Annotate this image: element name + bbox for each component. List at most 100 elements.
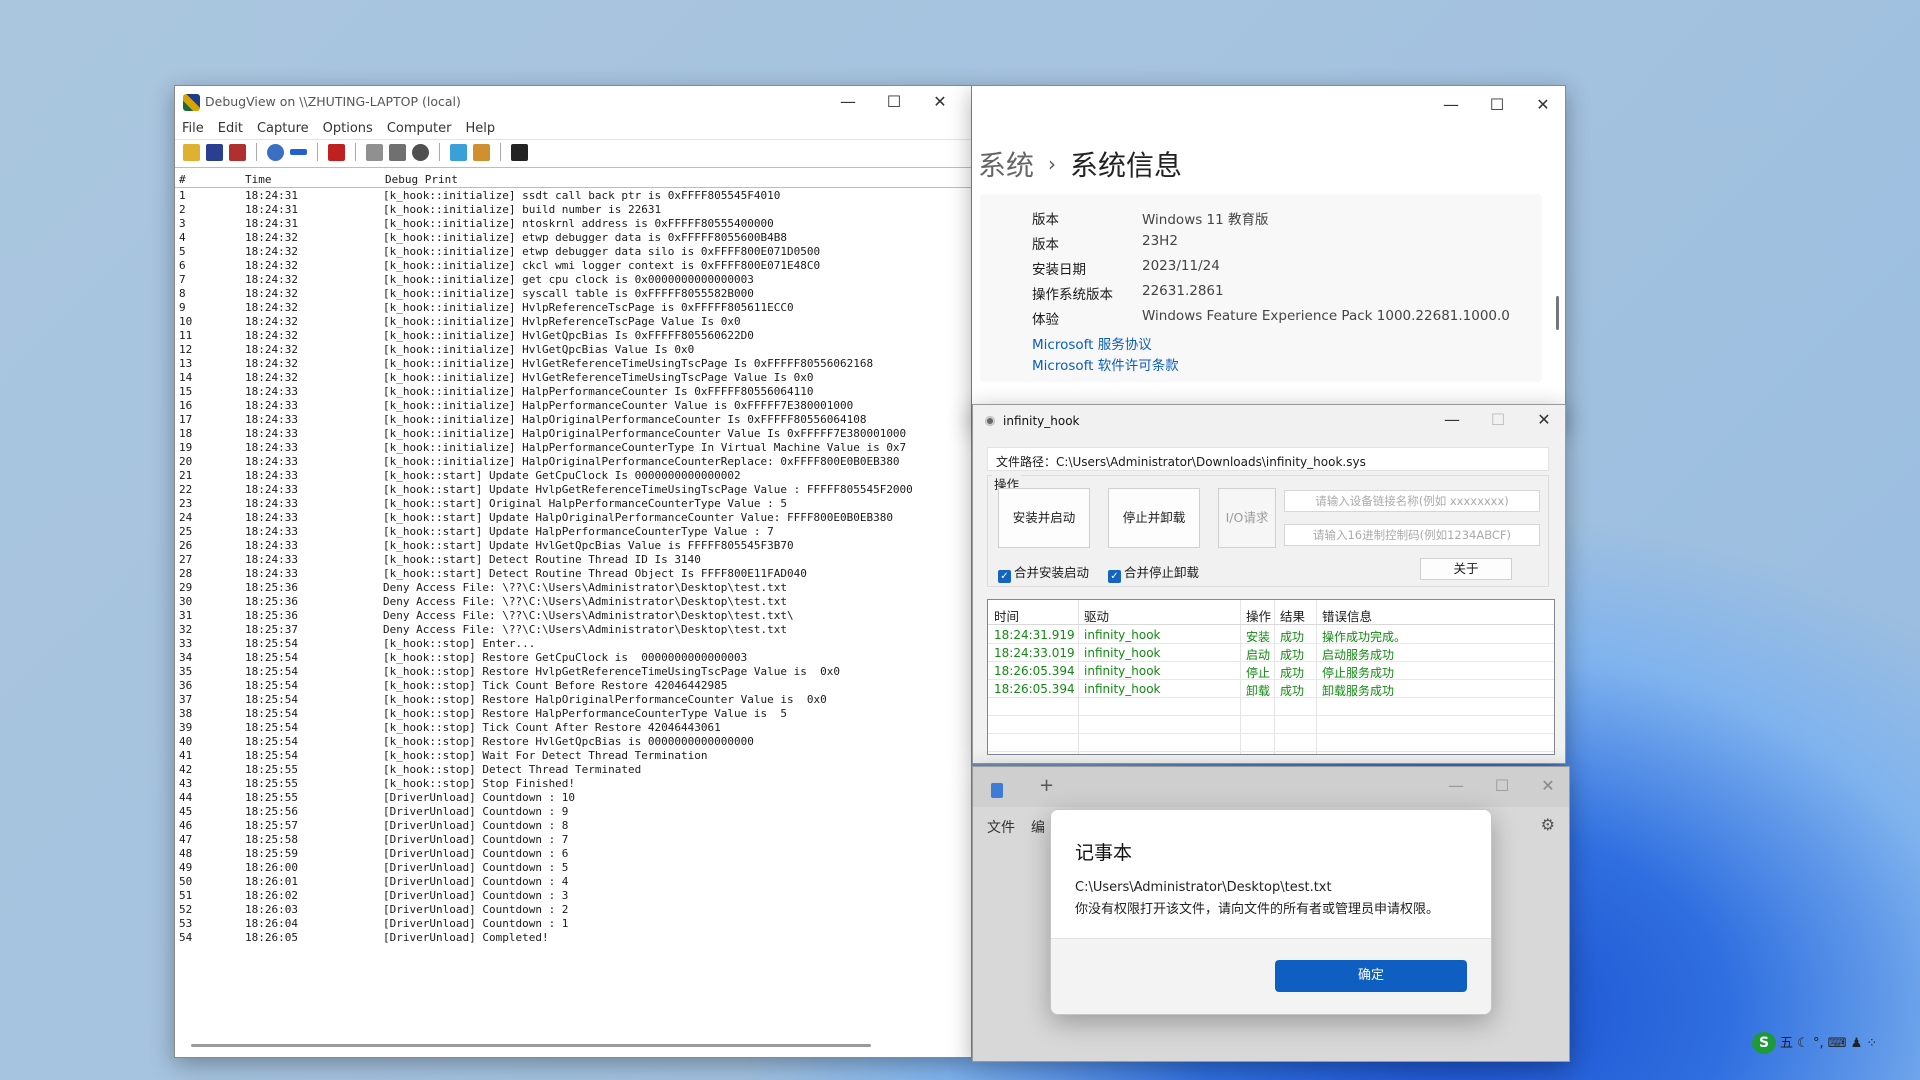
capture-icon[interactable] [267,143,284,161]
log-row[interactable]: 24 18:24:33 [k_hook::start] Update HalpOri… [175,511,971,525]
log-row[interactable]: 50 18:26:01 [DriverUnload] Countdown : 4 [175,875,971,889]
ime-mode-indicator[interactable]: 五 [1780,1036,1793,1051]
minimize-button[interactable]: — [825,86,871,121]
log-row[interactable]: 21 18:24:33 [k_hook::start] Update GetCpuC… [175,469,971,483]
log-row[interactable]: 14 18:24:32 [k_hook::initialize] HvlGetRef… [175,371,971,385]
save-icon[interactable] [206,143,223,161]
log-row[interactable]: 23 18:24:33 [k_hook::start] Original HalpP… [175,497,971,511]
notepad-close-button[interactable]: ✕ [1525,767,1569,805]
log-entry-row[interactable]: 18:24:33.019 infinity_hook 启动 成功 启动服务成功 [988,644,1554,662]
license-terms-link[interactable]: Microsoft 软件许可条款 [1032,354,1179,374]
log-row[interactable]: 5 18:24:32 [k_hook::initialize] etwp debug… [175,245,971,259]
log-row[interactable]: 3 18:24:31 [k_hook::initialize] ntoskrnl a… [175,217,971,231]
log-row[interactable]: 4 18:24:32 [k_hook::initialize] etwp debug… [175,231,971,245]
column-header-driver[interactable]: 驱动 [1084,606,1109,625]
timestamp-icon[interactable] [366,143,383,161]
log-row[interactable]: 41 18:25:54 [k_hook::stop] Wait For Detect… [175,749,971,763]
clock-icon[interactable] [412,143,429,161]
log-row[interactable]: 31 18:25:36 Deny Access File: \??\C:\Users… [175,609,971,623]
log-row[interactable]: 17 18:24:33 [k_hook::initialize] HalpOrigi… [175,413,971,427]
menu-file[interactable]: File [182,118,204,140]
log-row[interactable]: 22 18:24:33 [k_hook::start] Update HvlpGet… [175,483,971,497]
log-row[interactable]: 36 18:25:54 [k_hook::stop] Tick Count Befo… [175,679,971,693]
column-header-error[interactable]: 错误信息 [1322,606,1372,625]
log-entry-row[interactable]: 18:26:05.394 infinity_hook 卸载 成功 卸载服务成功 [988,680,1554,698]
log-row[interactable]: 35 18:25:54 [k_hook::stop] Restore HvlpGet… [175,665,971,679]
column-header-operation[interactable]: 操作 [1246,606,1271,625]
time-format-icon[interactable] [389,143,406,161]
notepad-menu-edit[interactable]: 编 [1031,820,1045,836]
log-row[interactable]: 9 18:24:32 [k_hook::initialize] HvlpRefere… [175,301,971,315]
log-row[interactable]: 49 18:26:00 [DriverUnload] Countdown : 5 [175,861,971,875]
notepad-maximize-button[interactable]: ☐ [1479,767,1525,805]
log-row[interactable]: 16 18:24:33 [k_hook::initialize] HalpPerfo… [175,399,971,413]
settings-maximize-button[interactable]: ☐ [1474,86,1520,124]
debugview-titlebar[interactable]: DebugView on \\ZHUTING-LAPTOP (local) — … [175,86,971,118]
log-row[interactable]: 34 18:25:54 [k_hook::stop] Restore GetCpuC… [175,651,971,665]
log-row[interactable]: 11 18:24:32 [k_hook::initialize] HvlGetQpc… [175,329,971,343]
highlight-icon[interactable] [473,143,490,161]
log-row[interactable]: 51 18:26:02 [DriverUnload] Countdown : 3 [175,889,971,903]
menu-capture[interactable]: Capture [257,118,309,140]
settings-gear-icon[interactable]: ⚙ [1541,815,1555,834]
breadcrumb-system[interactable]: 系统 [978,149,1034,182]
log-row[interactable]: 15 18:24:33 [k_hook::initialize] HalpPerfo… [175,385,971,399]
column-header-result[interactable]: 结果 [1280,606,1305,625]
hook-close-button[interactable]: ✕ [1521,405,1565,439]
log-row[interactable]: 44 18:25:55 [DriverUnload] Countdown : 10 [175,791,971,805]
log-entry-row[interactable]: 18:24:31.919 infinity_hook 安装 成功 操作成功完成。 [988,626,1554,644]
log-row[interactable]: 54 18:26:05 [DriverUnload] Completed! [175,931,971,945]
column-header-time[interactable]: Time [245,173,272,186]
debug-log-list[interactable]: # Time Debug Print 1 18:24:31 [k_hook::ini… [175,170,971,1057]
log-row[interactable]: 47 18:25:58 [DriverUnload] Countdown : 7 [175,833,971,847]
log-row[interactable]: 43 18:25:55 [k_hook::stop] Stop Finished! [175,777,971,791]
hook-minimize-button[interactable]: — [1429,405,1475,439]
log-row[interactable]: 33 18:25:54 [k_hook::stop] Enter... [175,637,971,651]
log-row[interactable]: 39 18:25:54 [k_hook::stop] Tick Count Afte… [175,721,971,735]
tray-icons[interactable]: ☾ °, ⌨ ♟ ⁘ [1797,1036,1877,1051]
clear-display-icon[interactable] [328,143,345,161]
log-row[interactable]: 12 18:24:32 [k_hook::initialize] HvlGetQpc… [175,343,971,357]
log-row[interactable]: 40 18:25:54 [k_hook::stop] Restore HvlGetQ… [175,735,971,749]
settings-scrollbar[interactable] [1556,296,1559,330]
column-header-time[interactable]: 时间 [994,606,1019,625]
control-code-input[interactable]: 请输入16进制控制码(例如1234ABCF) [1284,524,1540,546]
log-row[interactable]: 13 18:24:32 [k_hook::initialize] HvlGetRef… [175,357,971,371]
log-row[interactable]: 6 18:24:32 [k_hook::initialize] ckcl wmi l… [175,259,971,273]
operation-log-list[interactable]: 时间 驱动 操作 结果 错误信息 18:24:31.919 infinity_ho… [987,599,1555,755]
log-row[interactable]: 25 18:24:33 [k_hook::start] Update HalpPer… [175,525,971,539]
service-agreement-link[interactable]: Microsoft 服务协议 [1032,333,1152,353]
menu-options[interactable]: Options [323,118,373,140]
log-entry-row[interactable]: 18:26:05.394 infinity_hook 停止 成功 停止服务成功 [988,662,1554,680]
maximize-button[interactable]: ☐ [871,86,917,121]
stop-unload-button[interactable]: 停止并卸载 [1108,488,1200,548]
about-button[interactable]: 关于 [1420,558,1512,580]
menu-computer[interactable]: Computer [387,118,452,140]
horizontal-scrollbar[interactable] [191,1044,871,1047]
settings-close-button[interactable]: ✕ [1520,86,1565,124]
log-row[interactable]: 46 18:25:57 [DriverUnload] Countdown : 8 [175,819,971,833]
menu-help[interactable]: Help [465,118,495,140]
filter-icon[interactable] [450,143,467,161]
log-row[interactable]: 20 18:24:33 [k_hook::initialize] HalpOrigi… [175,455,971,469]
log-row[interactable]: 29 18:25:36 Deny Access File: \??\C:\Users… [175,581,971,595]
autoscroll-icon[interactable] [290,149,307,155]
log-row[interactable]: 52 18:26:03 [DriverUnload] Countdown : 2 [175,903,971,917]
log-row[interactable]: 27 18:24:33 [k_hook::start] Detect Routine… [175,553,971,567]
log-row[interactable]: 32 18:25:37 Deny Access File: \??\C:\Users… [175,623,971,637]
close-button[interactable]: ✕ [917,86,963,121]
log-row[interactable]: 48 18:25:59 [DriverUnload] Countdown : 6 [175,847,971,861]
column-header-debug-print[interactable]: Debug Print [385,173,458,186]
log-row[interactable]: 37 18:25:54 [k_hook::stop] Restore HalpOri… [175,693,971,707]
install-start-button[interactable]: 安装并启动 [998,488,1090,548]
notepad-menu-file[interactable]: 文件 [987,820,1015,836]
ok-button[interactable]: 确定 [1275,960,1467,992]
merge-stop-checkbox[interactable]: ✓ 合并停止卸载 [1108,562,1199,583]
log-row[interactable]: 1 18:24:31 [k_hook::initialize] ssdt call … [175,189,971,203]
sogou-ime-icon[interactable]: S [1752,1032,1776,1054]
log-row[interactable]: 2 18:24:31 [k_hook::initialize] build numb… [175,203,971,217]
log-row[interactable]: 10 18:24:32 [k_hook::initialize] HvlpRefer… [175,315,971,329]
open-icon[interactable] [183,143,200,161]
find-icon[interactable] [511,143,528,161]
log-to-file-icon[interactable] [229,143,246,161]
